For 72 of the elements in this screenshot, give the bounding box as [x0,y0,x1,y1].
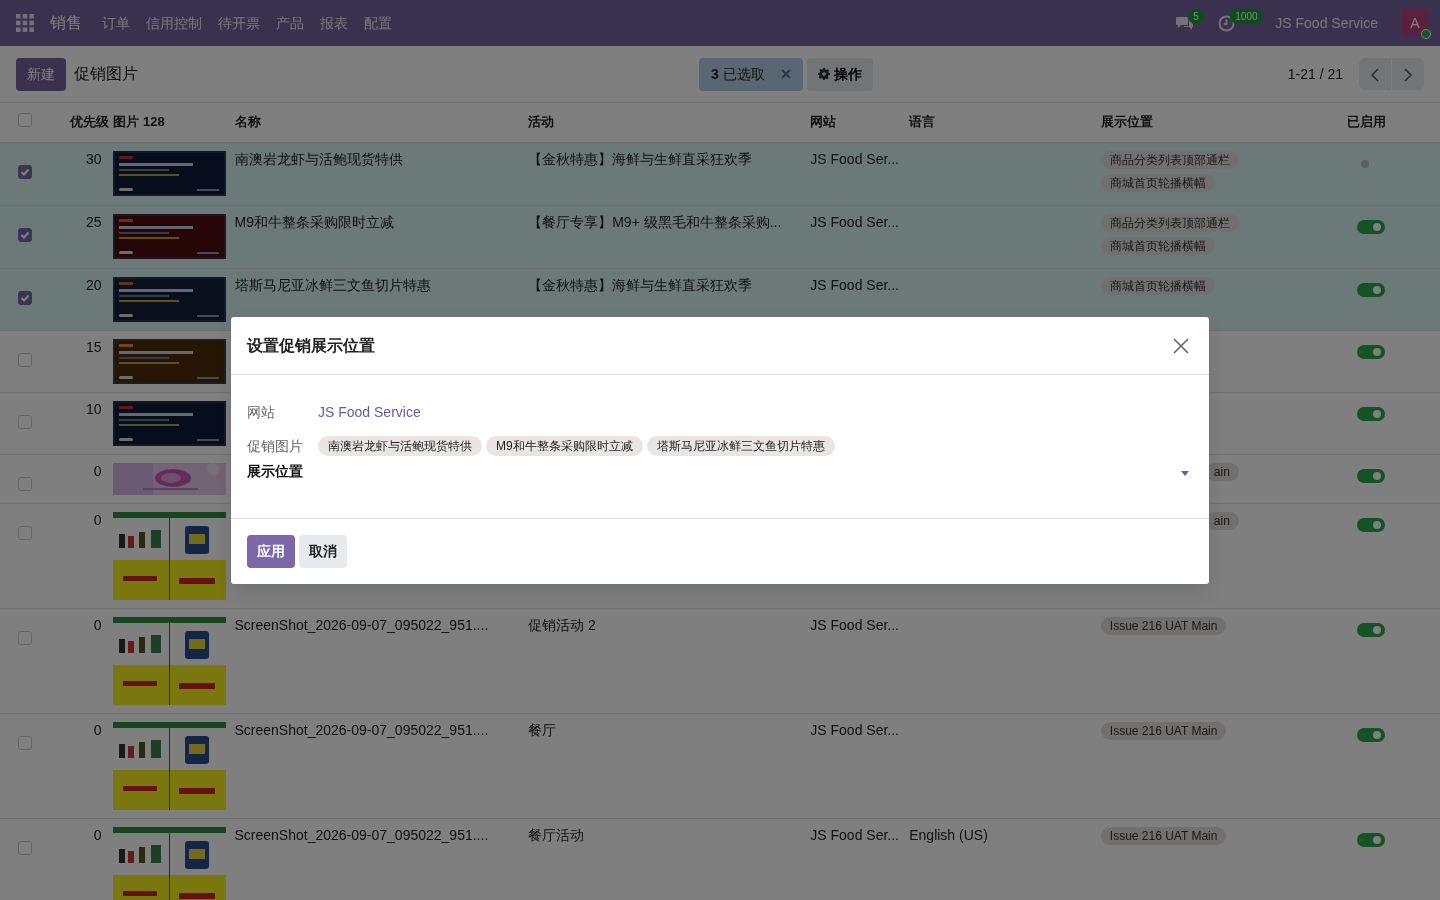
count-badge: 1000 [1230,8,1263,24]
page-title: 促销图片 [74,64,138,84]
tag: 商品分类列表顶部通栏 [1100,150,1239,169]
column-header[interactable]: 名称 [234,114,261,130]
activity-cell: 【金秋特惠】海鲜与生鲜直采狂欢季 [528,150,753,167]
name-cell: ScreenShot_2026-09-07_095022_951.... [234,827,489,843]
user-avatar[interactable]: A [1402,10,1428,36]
tag: 南澳岩龙虾与活鲍现货特供 [318,436,482,456]
column-header[interactable]: 语言 [909,114,936,130]
new-button[interactable]: 新建 [16,57,66,91]
priority-value: 15 [85,338,102,355]
column-header[interactable]: 网站 [810,114,837,130]
activity-cell: 餐厅活动 [528,827,585,843]
field-label: 促销图片 [247,436,304,456]
count-badge: 5 [1188,9,1204,24]
tag: Issue 216 UAT Main [1100,617,1227,635]
selection-count: 3 已选取 [711,64,765,84]
menu-item[interactable]: 产品 [276,12,304,34]
tag: M9和牛整条采购限时立减 [486,436,643,456]
tag: 塔斯马尼亚冰鲜三文鱼切片特惠 [646,436,835,456]
company-name[interactable]: JS Food Service [1275,12,1378,34]
column-header[interactable]: 展示位置 [1100,114,1153,130]
column-header[interactable]: 已启用 [1347,114,1387,130]
menu-item[interactable]: 报表 [320,12,348,34]
priority-value: 10 [85,400,102,417]
activity-cell: 促销活动 2 [528,617,596,633]
name-cell: 塔斯马尼亚冰鲜三文鱼切片特惠 [234,276,431,293]
priority-value: 0 [93,462,102,479]
menu-item[interactable]: 待开票 [218,12,260,34]
activity-cell: 【金秋特惠】海鲜与生鲜直采狂欢季 [528,276,753,293]
name-cell: ScreenShot_2026-09-07_095022_951.... [234,722,489,738]
selection-indicator[interactable]: 3 已选取 [699,57,803,91]
website-cell: JS Food Ser... [810,276,899,293]
apply-button[interactable]: 应用 [247,535,295,568]
name-cell: 南澳岩龙虾与活鲍现货特供 [234,150,403,167]
menu-item[interactable]: 配置 [364,12,392,34]
column-header[interactable]: 优先级 [70,114,110,130]
cancel-button[interactable]: 取消 [299,535,347,568]
dialog-title: 设置促销展示位置 [247,335,375,356]
priority-value: 0 [93,722,102,738]
website-cell: JS Food Ser... [810,722,899,738]
website-cell: JS Food Ser... [810,150,899,167]
app-name[interactable]: 销售 [50,11,82,35]
priority-value: 20 [85,276,102,293]
website-cell: JS Food Ser... [810,617,899,633]
menu-item[interactable]: 信用控制 [146,12,202,34]
priority-value: 0 [93,617,102,633]
tag: 商城首页轮播横幅 [1100,236,1215,255]
website-link[interactable]: JS Food Service [318,401,421,423]
activity-cell: 餐厅 [528,722,557,738]
field-label: 网站 [247,402,276,422]
priority-value: 25 [85,213,102,230]
website-cell: JS Food Ser... [810,213,899,230]
tag: Issue 216 UAT Main [1100,722,1227,740]
name-cell: ScreenShot_2026-09-07_095022_951.... [234,617,489,633]
language-cell: English (US) [909,827,988,843]
menu-item[interactable]: 订单 [102,12,130,34]
tag: 商品分类列表顶部通栏 [1100,213,1239,232]
field-label: 展示位置 [247,462,304,481]
actions-button[interactable]: 操作 [806,57,873,91]
website-cell: JS Food Ser... [810,827,899,843]
priority-value: 0 [93,827,102,843]
column-header[interactable]: 活动 [528,114,555,130]
pager-text: 1-21 / 21 [1287,64,1343,84]
name-cell: M9和牛整条采购限时立减 [234,213,394,230]
priority-value: 30 [85,150,102,167]
priority-value: 0 [93,512,102,528]
tag: 商城首页轮播横幅 [1100,173,1215,192]
tag: Issue 216 UAT Main [1100,827,1227,845]
activity-cell: 【餐厅专享】M9+ 级黑毛和牛整条采购... [528,213,782,230]
column-header[interactable]: 图片 128 [113,114,165,130]
tag: 商城首页轮播横幅 [1100,276,1215,295]
